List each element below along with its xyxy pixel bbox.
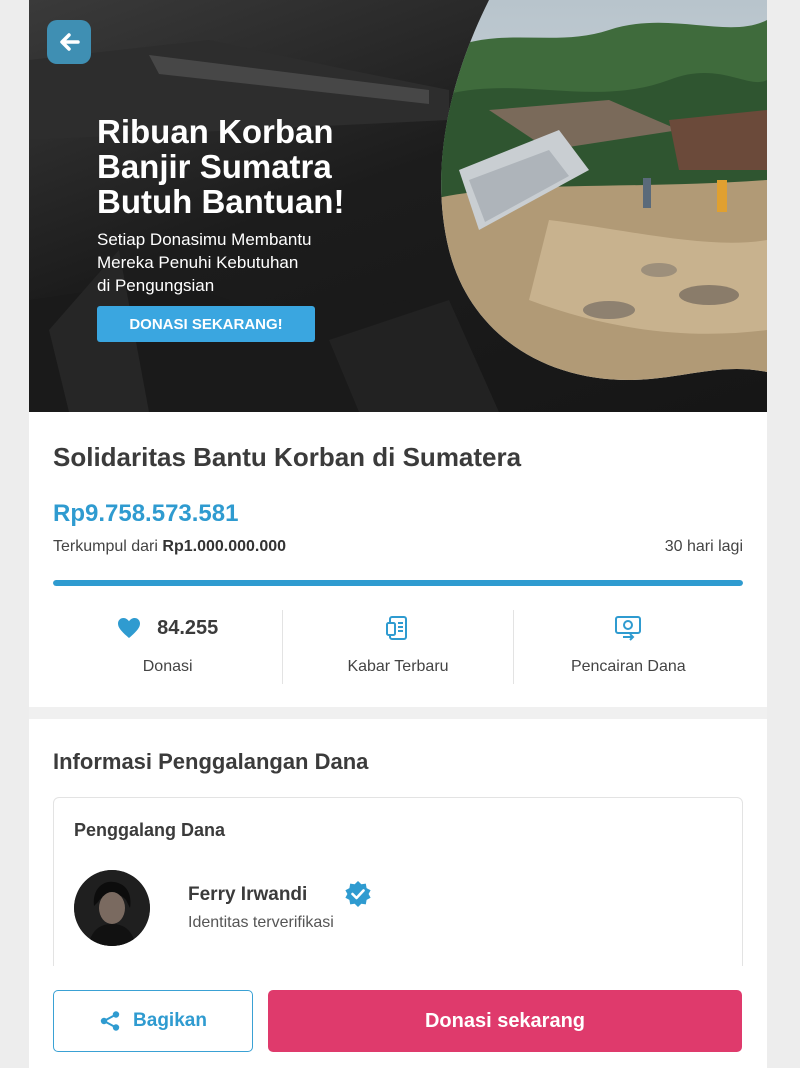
banner-subline: Setiap Donasimu Membantu Mereka Penuhi K…: [97, 228, 397, 297]
campaign-banner: Ribuan Korban Banjir Sumatra Butuh Bantu…: [29, 0, 767, 412]
share-label: Bagikan: [133, 1010, 207, 1031]
news-icon: [385, 616, 407, 640]
back-button[interactable]: [47, 20, 91, 64]
banner-headline-line: Ribuan Korban: [97, 113, 334, 150]
campaign-title: Solidaritas Bantu Korban di Sumatera: [53, 442, 522, 472]
fundraiser-heading: Penggalang Dana: [74, 820, 226, 840]
verification-status: Identitas terverifikasi: [188, 914, 334, 931]
target-prefix: Terkumpul dari: [53, 538, 158, 555]
banner-subline-line: Setiap Donasimu Membantu: [97, 230, 312, 249]
banner-donate-button[interactable]: DONASI SEKARANG!: [97, 306, 315, 342]
banner-headline-line: Butuh Bantuan!: [97, 183, 345, 220]
banner-subline-line: Mereka Penuhi Kebutuhan: [97, 253, 299, 272]
avatar: [74, 870, 150, 946]
stat-donations[interactable]: 84.255 Donasi: [53, 610, 282, 684]
fundraiser-name: Ferry Irwandi: [188, 884, 308, 905]
banner-subline-line: di Pengungsian: [97, 276, 215, 295]
stat-donations-label: Donasi: [142, 658, 193, 675]
stat-disbursement[interactable]: Pencairan Dana: [512, 610, 743, 684]
banner-headline: Ribuan Korban Banjir Sumatra Butuh Bantu…: [97, 114, 427, 219]
collected-amount: Rp9.758.573.581: [53, 500, 239, 527]
back-arrow-icon: [60, 33, 80, 51]
heart-icon: [118, 618, 141, 638]
donation-count: 84.255: [157, 616, 219, 639]
campaign-summary-card: Solidaritas Bantu Korban di Sumatera Rp9…: [29, 412, 767, 707]
bottom-action-bar: Bagikan Donasi sekarang: [29, 966, 767, 1068]
stat-disbursement-label: Pencairan Dana: [570, 658, 686, 675]
days-left: 30 hari lagi: [664, 538, 743, 555]
avatar-photo: [74, 870, 150, 946]
donate-now-button[interactable]: Donasi sekarang: [268, 990, 742, 1052]
banner-headline-line: Banjir Sumatra: [97, 148, 332, 185]
verified-badge-icon: [345, 881, 371, 907]
stat-updates-label: Kabar Terbaru: [347, 658, 449, 675]
share-button[interactable]: Bagikan: [53, 990, 253, 1052]
target-amount: Rp1.000.000.000: [162, 538, 287, 555]
section-title: Informasi Penggalangan Dana: [53, 749, 369, 774]
campaign-stats: 84.255 Donasi Kabar Terbaru Pencairan Da…: [53, 610, 743, 684]
progress-bar-fill: [53, 580, 743, 586]
app-screen: Ribuan Korban Banjir Sumatra Butuh Bantu…: [29, 0, 767, 1068]
flood-photo: [441, 0, 767, 380]
share-icon: [100, 1011, 120, 1031]
fundraising-info-card: Informasi Penggalangan Dana Penggalang D…: [29, 719, 767, 997]
stat-updates[interactable]: Kabar Terbaru: [282, 610, 512, 684]
progress-bar: [53, 580, 743, 586]
target-text: Terkumpul dari Rp1.000.000.000: [53, 538, 286, 556]
withdrawal-icon: [615, 616, 642, 641]
